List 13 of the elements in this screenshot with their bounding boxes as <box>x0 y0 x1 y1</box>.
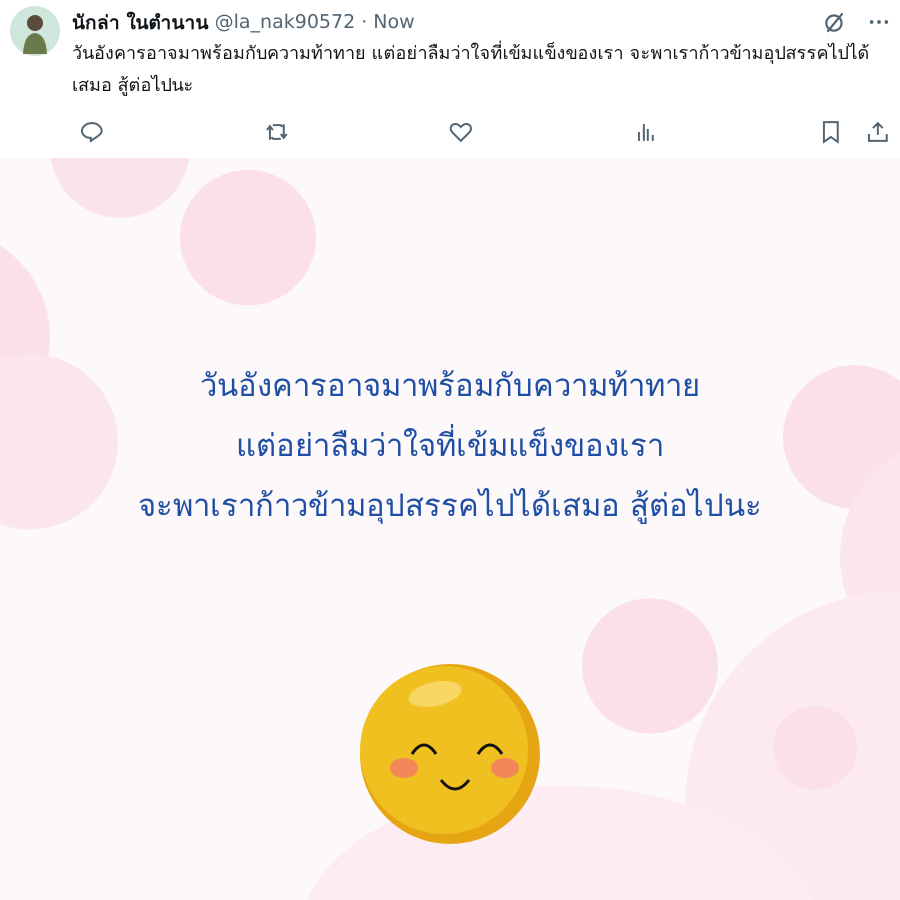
image-caption: จะพาเราก้าวข้ามอุปสรรคไปได้เสมอ สู้ต่อไปนะ <box>138 487 762 526</box>
avatar-icon[interactable] <box>10 6 60 56</box>
author-name[interactable]: นักล่า ในตำนาน <box>72 7 209 37</box>
separator: · <box>361 11 368 33</box>
share-icon[interactable] <box>866 120 890 144</box>
more-icon[interactable] <box>868 18 890 26</box>
image-caption: แต่อย่าลืมว่าใจที่เข้มแข็งของเรา <box>236 418 664 474</box>
post-time[interactable]: Now <box>373 11 415 33</box>
reply-icon[interactable] <box>80 120 104 144</box>
author-handle[interactable]: @la_nak90572 <box>214 11 356 33</box>
post-text: วันอังคารอาจมาพร้อมกับความท้าทาย แต่อย่าลืมว่าใจที่เข้มแข็งของเรา จะพาเราก้าวข้ามอุปสรรคไปได้เสมอ สู้ต่อไปนะ <box>72 38 890 102</box>
heart-icon[interactable] <box>449 120 474 144</box>
image-caption: วันอังคารอาจมาพร้อมกับความท้าทาย <box>200 367 700 406</box>
